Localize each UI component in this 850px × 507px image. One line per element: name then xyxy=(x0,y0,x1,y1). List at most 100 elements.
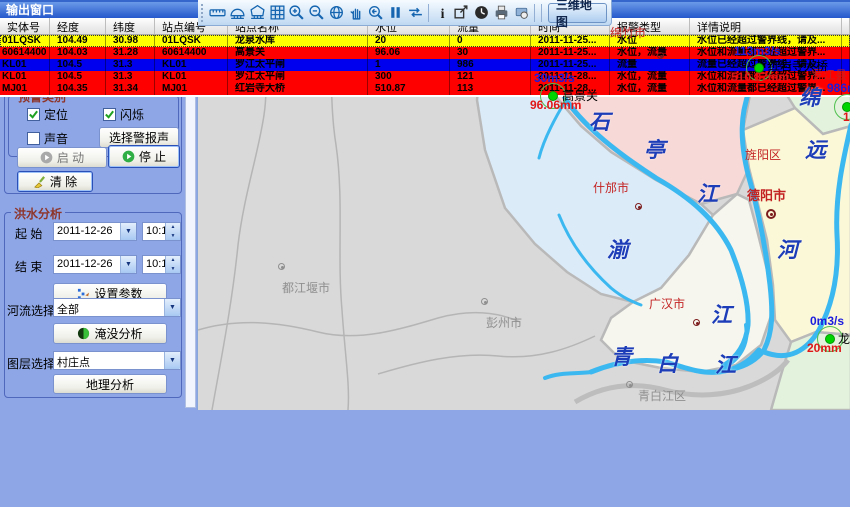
station-flow-value: 113m3/s xyxy=(734,44,781,58)
toolbar-separator xyxy=(534,4,535,22)
layer-select-label: 图层选择 xyxy=(7,355,55,372)
river-name-char: 青 xyxy=(611,341,632,371)
map-label-deyang: 德阳市 xyxy=(747,185,786,204)
full-extent-icon[interactable] xyxy=(327,2,347,24)
zoom-in-icon[interactable] xyxy=(287,2,307,24)
town-marker xyxy=(766,209,776,219)
zoom-out-icon[interactable] xyxy=(307,2,327,24)
col-header[interactable]: 详情说明 xyxy=(690,18,842,34)
river-name-char: 亭 xyxy=(644,134,665,164)
chevron-down-icon[interactable]: ▼ xyxy=(120,256,136,273)
station-flow-value: 0m3/s xyxy=(810,314,844,328)
end-time-spinner[interactable]: 10:18 ▲▼ xyxy=(142,255,181,274)
river-name-char: 绵 xyxy=(799,82,820,112)
svg-text:i: i xyxy=(440,6,444,21)
map-label-pengzhou: 彭州市 xyxy=(486,314,522,331)
river-name-char: 河 xyxy=(777,234,798,264)
flood-group-title: 洪水分析 xyxy=(11,205,65,222)
start-date-picker[interactable]: 2011-12-26 ▼ xyxy=(53,222,137,241)
spinner-arrows-icon[interactable]: ▲▼ xyxy=(165,256,180,273)
toolbar-grip[interactable] xyxy=(201,4,204,22)
chevron-down-icon[interactable]: ▼ xyxy=(164,299,180,316)
town-marker xyxy=(657,52,664,59)
pause-icon[interactable] xyxy=(386,2,406,24)
end-date-picker[interactable]: 2011-12-26 ▼ xyxy=(53,255,137,274)
map-3d-button[interactable]: 三维地图 xyxy=(548,3,607,23)
locate-checkbox[interactable]: 定位 xyxy=(27,106,68,123)
col-header[interactable]: 实体号 xyxy=(0,18,50,34)
time-gauge-icon[interactable] xyxy=(472,2,492,24)
town-marker xyxy=(481,298,488,305)
previous-extent-icon[interactable] xyxy=(366,2,386,24)
station-flow-value: 986m xyxy=(827,81,850,95)
flood-analysis-group: 洪水分析 起 始 2011-12-26 ▼ 10:18 ▲▼ 结 束 2011-… xyxy=(4,212,182,398)
table-row[interactable]: 60614400 104.03 31.28 60614400 高景关 96.06… xyxy=(0,47,850,59)
measure-distance-icon[interactable] xyxy=(208,2,228,24)
export-icon[interactable] xyxy=(452,2,472,24)
flash-checkbox[interactable]: 闪烁 xyxy=(103,106,144,123)
flash-label: 闪烁 xyxy=(120,106,144,123)
geo-analysis-button[interactable]: 地理分析 xyxy=(53,374,167,394)
locate-label: 定位 xyxy=(44,106,68,123)
measure-area-polygon-icon[interactable] xyxy=(247,2,267,24)
pan-hand-icon[interactable] xyxy=(346,2,366,24)
sound-checkbox[interactable]: 声音 xyxy=(27,130,68,147)
toolbar-separator xyxy=(428,4,429,22)
layer-select[interactable]: 村庄点 ▼ xyxy=(53,351,181,370)
map-label-qingbaijiang: 青白江区 xyxy=(638,387,686,404)
flood-forecast-window: 洪水预报 ✕ ▲ 实时监测报警 监测间隔 小时 修改 监测参数设置 xyxy=(0,0,850,507)
river-name-char: 白 xyxy=(657,348,678,378)
toolbar-separator xyxy=(541,4,542,22)
town-marker xyxy=(693,319,700,326)
col-header[interactable]: 纬度 xyxy=(106,18,155,34)
start-time-spinner[interactable]: 10:18 ▲▼ xyxy=(142,222,181,241)
stop-button[interactable]: 停 止 xyxy=(108,145,180,168)
checkbox-checked-icon[interactable] xyxy=(103,108,116,121)
river-select-label: 河流选择 xyxy=(7,302,55,319)
chevron-down-icon[interactable]: ▼ xyxy=(120,223,136,240)
col-header[interactable]: 经度 xyxy=(50,18,106,34)
col-header xyxy=(842,18,850,34)
grid-icon[interactable] xyxy=(267,2,287,24)
checkbox-unchecked-icon[interactable] xyxy=(27,132,40,145)
map-label-guanghan: 广汉市 xyxy=(649,295,685,312)
map-label-jingyang: 旌阳区 xyxy=(745,146,781,163)
table-row-selected[interactable]: KL01 104.5 31.3 KL01 罗江太平闸 1 986 2011-11… xyxy=(0,59,850,71)
town-marker xyxy=(626,381,633,388)
station-level-value: 20mm xyxy=(807,341,842,355)
table-row[interactable]: MJ01 104.35 31.34 MJ01 红岩寺大桥 510.87 113 … xyxy=(0,83,850,95)
river-name-char: 远 xyxy=(805,134,826,164)
table-row[interactable]: KL01 104.5 31.3 KL01 罗江太平闸 300 121 2011-… xyxy=(0,71,850,83)
play-icon xyxy=(40,151,53,164)
clear-button[interactable]: 清 除 xyxy=(17,171,93,192)
measure-area-arc-icon[interactable] xyxy=(228,2,248,24)
print-icon[interactable] xyxy=(492,2,512,24)
checkbox-checked-icon[interactable] xyxy=(27,108,40,121)
globe-icon xyxy=(77,327,90,340)
river-name-char: 石 xyxy=(589,106,610,136)
spinner-arrows-icon[interactable]: ▲▼ xyxy=(165,223,180,240)
river-name-char: 江 xyxy=(711,299,732,329)
sound-label: 声音 xyxy=(44,130,68,147)
map-toolbar: i 三维地图 xyxy=(198,0,612,26)
river-select[interactable]: 全部 ▼ xyxy=(53,298,181,317)
river-name-char: 江 xyxy=(697,178,718,208)
start-button[interactable]: 启 动 xyxy=(17,147,107,168)
submerge-analysis-button[interactable]: 淹没分析 xyxy=(53,323,167,344)
identify-icon[interactable]: i xyxy=(432,2,452,24)
table-row[interactable]: 01LQSK 104.49 30.98 01LQSK 龙泉水库 20 0 201… xyxy=(0,35,850,47)
chevron-down-icon[interactable]: ▼ xyxy=(164,352,180,369)
station-flow-value: 30m3/s xyxy=(534,71,575,85)
station-level-value: 510.87mm xyxy=(731,70,789,84)
broom-icon xyxy=(33,175,46,188)
refresh-icon[interactable] xyxy=(406,2,426,24)
print-preview-icon[interactable] xyxy=(511,2,531,24)
town-marker xyxy=(278,263,285,270)
town-marker xyxy=(635,203,642,210)
map-label-shifang: 什邡市 xyxy=(593,179,629,196)
stop-icon xyxy=(122,150,135,163)
map-label-mianzhu: 绵竹市 xyxy=(610,24,646,41)
map-label-dujiangyan: 都江堰市 xyxy=(282,279,330,296)
station-level-value: 96.06mm xyxy=(530,98,581,112)
station-level-value: 1 xyxy=(843,110,850,124)
